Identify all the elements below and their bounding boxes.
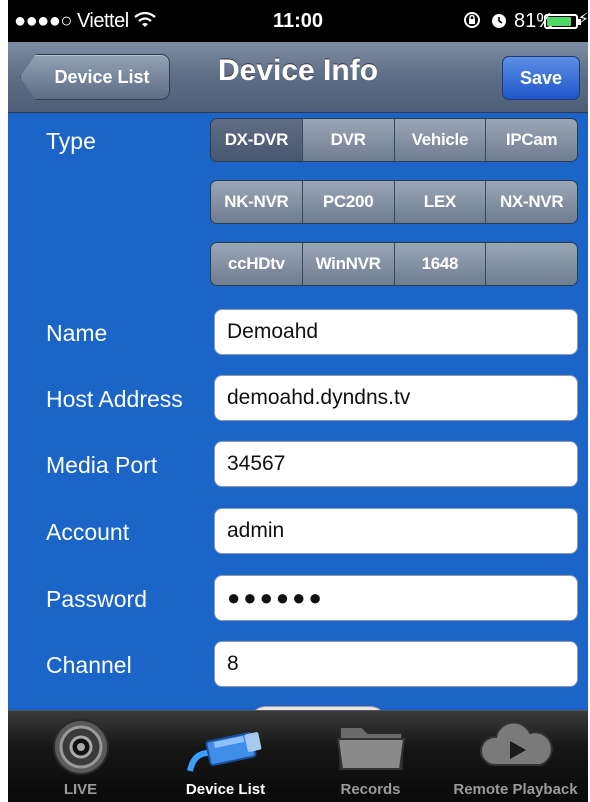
folder-icon [336, 726, 405, 770]
status-right: 81% [463, 10, 554, 33]
type-segment-row-2: NK-NVR PC200 LEX NX-NVR [210, 180, 578, 224]
tab-remote-playback[interactable]: Remote Playback [443, 711, 588, 802]
name-label: Name [46, 320, 108, 346]
save-button[interactable]: Save [502, 56, 580, 100]
type-option-vehicle[interactable]: Vehicle [394, 119, 487, 161]
channel-field[interactable]: 8 [214, 641, 578, 687]
type-segment-row-1: DX-DVR DVR Vehicle IPCam [210, 118, 578, 162]
type-option-nx-nvr[interactable]: NX-NVR [486, 181, 577, 223]
media-port-field[interactable]: 34567 [214, 441, 578, 487]
camera-lens-icon [52, 719, 109, 775]
type-option-pc200[interactable]: PC200 [302, 181, 395, 223]
channel-label: Channel [46, 652, 132, 678]
page-title: Device Info [217, 54, 379, 87]
status-bar: ●●●●○ Viettel 11:00 81% ⚡ [8, 0, 588, 42]
account-label: Account [46, 519, 130, 545]
tab-live-label: LIVE [63, 781, 98, 798]
tab-bar: LIVE Device List Records Remote Playback [8, 710, 588, 802]
type-option-ipcam[interactable]: IPCam [486, 119, 577, 161]
tab-records-label: Records [340, 781, 401, 798]
tab-remote-playback-label: Remote Playback [453, 781, 578, 798]
cctv-camera-icon [186, 732, 261, 772]
tab-live[interactable]: LIVE [8, 711, 153, 802]
type-option-winnvr[interactable]: WinNVR [302, 243, 395, 285]
alarm-icon [492, 14, 507, 28]
navigation-bar: Device List Device Info Save [8, 42, 588, 113]
device-form: Type DX-DVR DVR Vehicle IPCam NK-NVR PC2… [8, 112, 588, 745]
password-label: Password [46, 586, 147, 612]
tab-device-list-label: Device List [185, 781, 266, 798]
type-option-cchdtv[interactable]: ccHDtv [211, 243, 303, 285]
type-option-1648[interactable]: 1648 [394, 243, 487, 285]
type-option-empty[interactable] [486, 243, 577, 285]
type-label: Type [46, 128, 96, 154]
battery-icon [544, 14, 581, 29]
account-field[interactable]: admin [214, 508, 578, 554]
tab-device-list[interactable]: Device List [153, 711, 298, 802]
host-address-label: Host Address [46, 386, 183, 412]
tab-records[interactable]: Records [298, 711, 443, 802]
password-field[interactable]: ●●●●●● [214, 575, 578, 621]
type-option-dvr[interactable]: DVR [302, 119, 395, 161]
type-option-dx-dvr[interactable]: DX-DVR [211, 119, 303, 161]
media-port-label: Media Port [46, 452, 158, 478]
cloud-play-icon [479, 721, 553, 766]
charging-icon: ⚡ [577, 11, 588, 28]
name-field[interactable]: Demoahd [214, 309, 578, 355]
host-address-field[interactable]: demoahd.dyndns.tv [214, 375, 578, 421]
type-segment-row-3: ccHDtv WinNVR 1648 [210, 242, 578, 286]
type-option-nk-nvr[interactable]: NK-NVR [211, 181, 303, 223]
type-option-lex[interactable]: LEX [394, 181, 487, 223]
app-screen: ●●●●○ Viettel 11:00 81% ⚡ Device List De… [8, 0, 588, 802]
rotation-lock-icon [463, 12, 480, 28]
